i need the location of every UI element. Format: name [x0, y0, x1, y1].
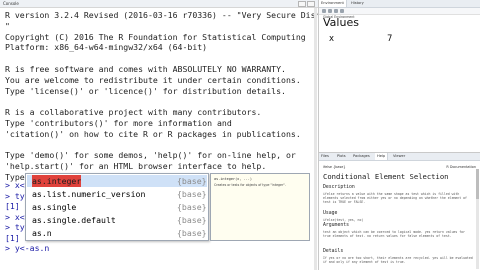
console-scrollbar[interactable] — [314, 8, 317, 270]
console-header: Console — [0, 0, 318, 8]
broom-icon[interactable] — [340, 9, 344, 13]
autocomplete-item-name: as.integer — [32, 175, 82, 187]
minimize-icon[interactable] — [298, 1, 306, 7]
console-line: Platform: x86_64-w64-mingw32/x64 (64-bit… — [5, 42, 208, 53]
tab-plots[interactable]: Plots — [335, 153, 348, 160]
variable-name[interactable]: x — [329, 34, 334, 44]
rdoc-label: R Documentation — [446, 165, 476, 169]
variable-value: 7 — [387, 34, 393, 44]
autocomplete-item[interactable]: as.n {base} — [27, 227, 207, 239]
environment-pane: Environment History Global Environment V… — [319, 0, 480, 150]
autocomplete-item[interactable]: as.list.numeric_version {base} — [27, 188, 207, 200]
autocomplete-item-package: {base} — [177, 228, 207, 238]
console-line: 'help.start()' for an HTML browser inter… — [5, 161, 267, 172]
help-description: Creates or tests for objects of type "in… — [214, 183, 286, 187]
console-tab-label: Console — [3, 1, 19, 6]
maximize-icon[interactable] — [307, 1, 315, 7]
autocomplete-item-package: {base} — [177, 189, 207, 199]
console-line: R is free software and comes with ABSOLU… — [5, 64, 286, 74]
tab-environment[interactable]: Environment — [319, 0, 347, 7]
autocomplete-popup[interactable]: as.integer {base} as.list.numeric_version {… — [25, 173, 209, 241]
tab-files[interactable]: Files — [319, 153, 331, 160]
values-heading: Values — [323, 16, 359, 29]
tab-viewer[interactable]: Viewer — [391, 153, 407, 160]
environment-tabbar: Environment History — [319, 0, 480, 8]
autocomplete-item[interactable]: as.integer {base} — [27, 175, 207, 187]
console-line: Type 'demo()' for some demos, 'help()' f… — [5, 150, 296, 161]
help-scroll-thumb[interactable] — [476, 169, 479, 199]
help-function-reference: ifelse {base} — [323, 165, 346, 169]
tab-help[interactable]: Help — [375, 153, 389, 160]
import-icon[interactable] — [334, 9, 338, 13]
console-line: Type 'license()' or 'licence()' for dist… — [5, 85, 286, 96]
help-title: Conditional Element Selection — [323, 172, 449, 181]
console-line: Copyright (C) 2016 The R Foundation for … — [5, 31, 306, 42]
open-icon[interactable] — [322, 9, 326, 13]
autocomplete-item-name: as.n — [32, 228, 52, 238]
help-section-heading: Arguments — [323, 223, 349, 228]
help-scrollbar[interactable] — [476, 169, 479, 269]
autocomplete-item-name: as.list.numeric_version — [32, 189, 146, 199]
tab-history[interactable]: History — [349, 0, 366, 7]
console-line: " — [5, 20, 10, 31]
help-section-heading: Details — [323, 249, 344, 254]
console-line: Type 'contributors()' for more informati… — [5, 118, 232, 128]
tab-packages[interactable]: Packages — [351, 153, 372, 160]
save-icon[interactable] — [328, 9, 332, 13]
console-command: > y<-as.n — [5, 243, 50, 253]
console-line: R is a collaborative project with many c… — [5, 107, 262, 118]
autocomplete-item-name: as.single — [32, 202, 77, 212]
autocomplete-help-tooltip: as.integer(x, ...) Creates or tests for … — [210, 173, 310, 241]
autocomplete-item[interactable]: as.single.default {base} — [27, 214, 207, 226]
help-section-heading: Description — [323, 185, 355, 190]
help-tabbar: Files Plots Packages Help Viewer — [319, 153, 480, 161]
autocomplete-item-package: {base} — [177, 176, 207, 186]
environment-toolbar: Global Environment — [319, 8, 480, 19]
console-line: You are welcome to redistribute it under… — [5, 74, 301, 85]
console-line: R version 3.2.4 Revised (2016-03-16 r703… — [5, 10, 319, 20]
help-section-text: ifelse returns a value with the same sha… — [323, 192, 467, 204]
help-section-text: ifelse(test, yes, no) — [323, 218, 364, 222]
console-line: 'citation()' on how to cite R or R packa… — [5, 128, 301, 139]
autocomplete-item[interactable]: as.single {base} — [27, 201, 207, 213]
autocomplete-item-package: {base} — [177, 202, 207, 212]
help-section-text: test an object which can be coerced to l… — [323, 230, 466, 238]
help-pane: Files Plots Packages Help Viewer ifelse … — [319, 152, 480, 271]
help-section-text: If yes or no are too short, their elemen… — [323, 256, 473, 264]
help-section-heading: Usage — [323, 211, 338, 216]
autocomplete-item-name: as.single.default — [32, 215, 116, 225]
help-signature: as.integer(x, ...) — [214, 177, 252, 181]
autocomplete-item-package: {base} — [177, 215, 207, 225]
console-pane[interactable]: Console R version 3.2.4 Revised (2016-03… — [0, 0, 319, 270]
